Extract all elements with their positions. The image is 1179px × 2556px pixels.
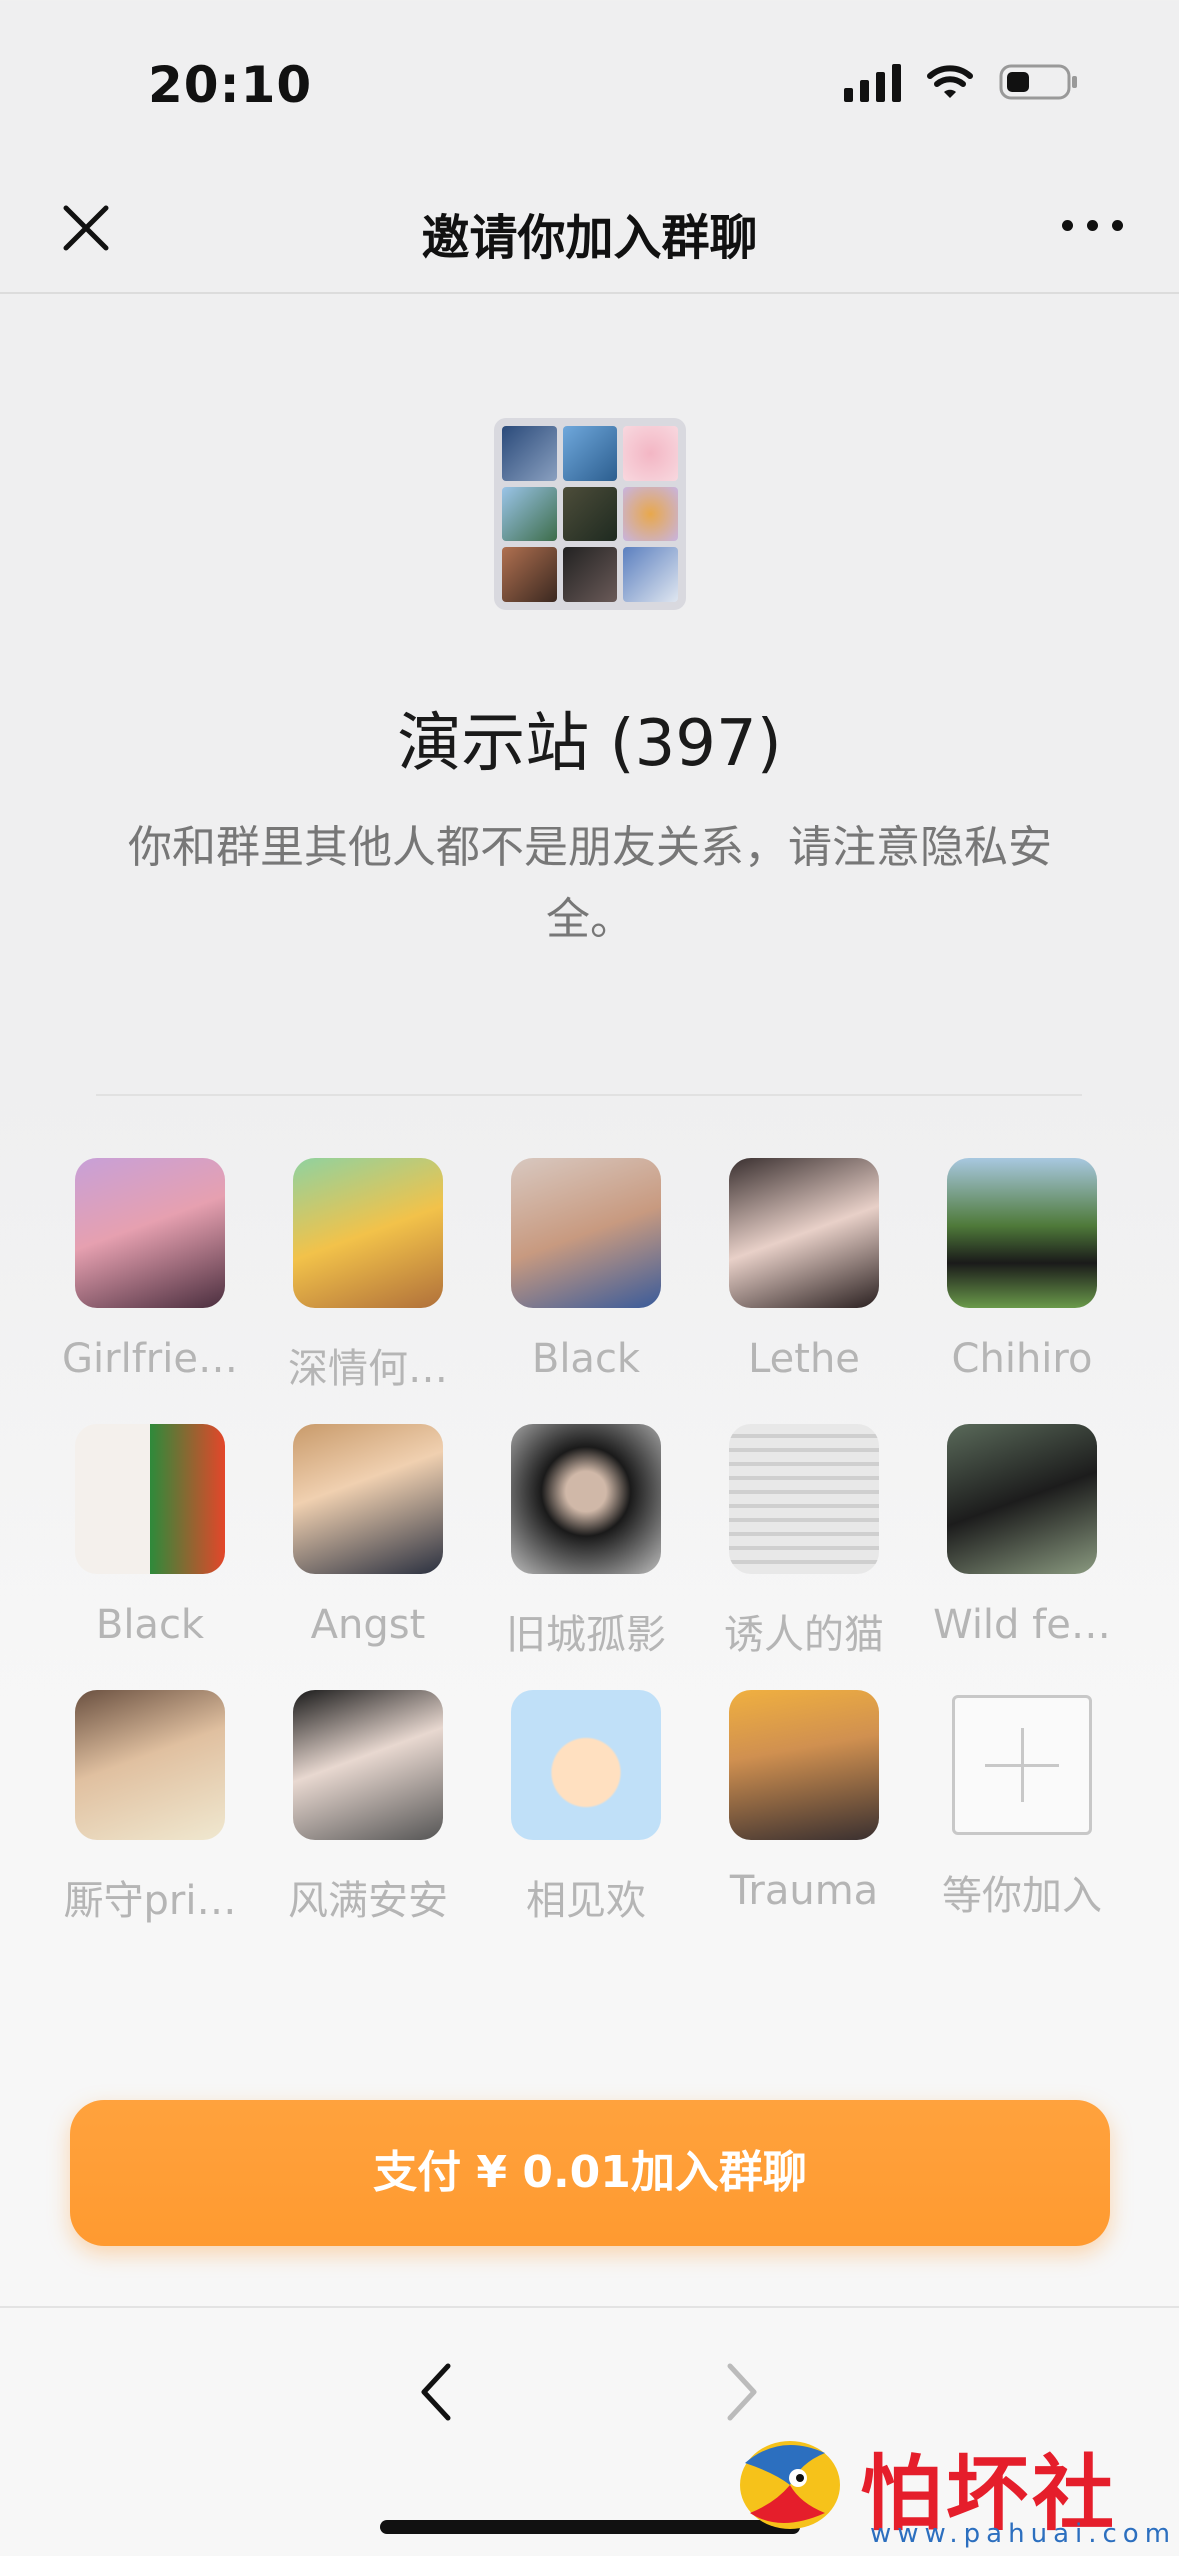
avatar [511,1690,661,1840]
member-item[interactable]: Angst [258,1424,478,1648]
member-item[interactable]: Wild fe… [912,1424,1132,1648]
member-name: 诱人的猫 [724,1612,884,1658]
avatar [293,1158,443,1308]
status-time: 20:10 [148,56,313,114]
divider [96,1094,1082,1096]
avatar [75,1690,225,1840]
avatar [947,1424,1097,1574]
member-item[interactable]: 旧城孤影 [476,1424,696,1660]
member-name: Chihiro [951,1336,1093,1382]
member-name: 厮守pri… [63,1878,237,1924]
member-name: Wild fe… [933,1602,1111,1648]
member-name: 旧城孤影 [506,1612,666,1658]
member-name: Girlfrie… [62,1336,238,1382]
avatar [75,1158,225,1308]
signal-icon [844,62,901,102]
wifi-icon [927,64,973,100]
member-item[interactable]: 厮守pri… [40,1690,260,1926]
status-bar: 20:10 [0,0,1179,170]
member-name: Angst [310,1602,426,1648]
member-name: Black [95,1602,205,1648]
plus-icon[interactable] [952,1695,1092,1835]
member-item[interactable]: Lethe [694,1158,914,1382]
avatar [293,1690,443,1840]
member-name: 风满安安 [288,1878,448,1924]
member-name: Black [531,1336,641,1382]
member-name: 深情何… [288,1346,448,1392]
back-icon[interactable] [416,2360,456,2428]
member-name: Lethe [748,1336,860,1382]
battery-icon [999,62,1079,102]
watermark-logo-icon [720,2423,850,2545]
avatar [947,1158,1097,1308]
privacy-note: 你和群里其他人都不是朋友关系，请注意隐私安全。 [128,822,1052,945]
member-item[interactable]: 诱人的猫 [694,1424,914,1660]
avatar [293,1424,443,1574]
join-slot[interactable]: 等你加入 [912,1690,1132,1921]
status-icons [844,62,1079,102]
avatar [729,1424,879,1574]
watermark-url: www.pahuai.com [870,2519,1177,2549]
join-slot-label: 等你加入 [942,1873,1102,1919]
member-item[interactable]: Trauma [694,1690,914,1914]
avatar [511,1158,661,1308]
watermark: 怕坏社区 www.pahuai.com [720,2415,1179,2556]
nav-bar: 邀请你加入群聊 [0,170,1179,294]
page-title: 邀请你加入群聊 [421,210,758,266]
group-avatar [494,418,686,610]
member-name: 相见欢 [526,1878,646,1924]
member-item[interactable]: Girlfrie… [40,1158,260,1382]
member-item[interactable]: Chihiro [912,1158,1132,1382]
member-item[interactable]: 风满安安 [258,1690,478,1926]
avatar [729,1690,879,1840]
more-icon[interactable] [1062,220,1123,231]
avatar [75,1424,225,1574]
member-item[interactable]: 深情何… [258,1158,478,1394]
member-item[interactable]: Black [40,1424,260,1648]
member-name: Trauma [729,1868,879,1914]
avatar [511,1424,661,1574]
group-name: 演示站 (397) [397,707,782,781]
pay-join-button[interactable]: 支付 ¥ 0.01加入群聊 [70,2100,1110,2246]
avatar [729,1158,879,1308]
member-item[interactable]: 相见欢 [476,1690,696,1926]
member-item[interactable]: Black [476,1158,696,1382]
